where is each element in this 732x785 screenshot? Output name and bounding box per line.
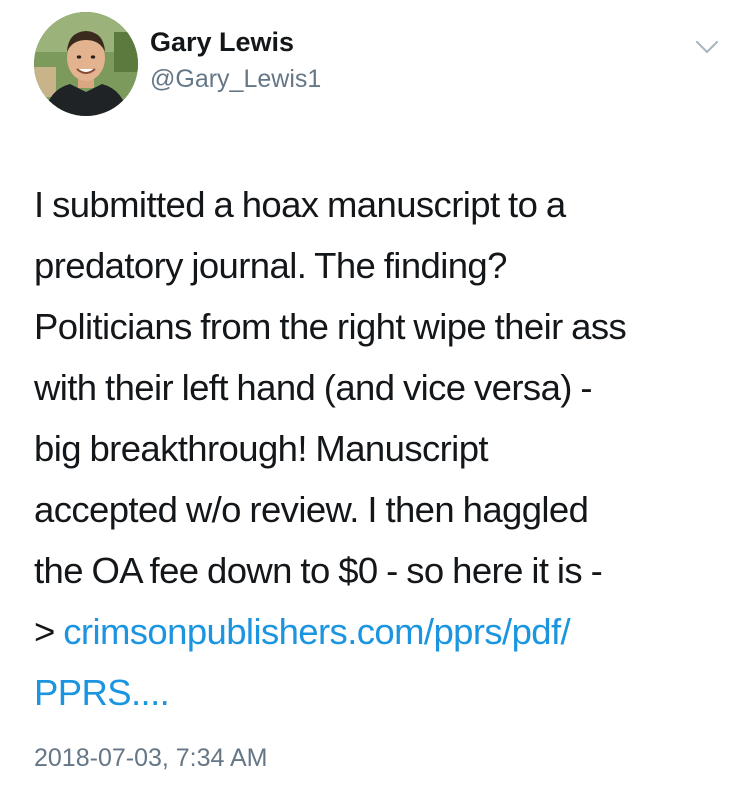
tweet-text-line: with their left hand (and vice versa) - xyxy=(34,367,593,408)
tweet-text-line: big breakthrough! Manuscript xyxy=(34,428,489,469)
tweet-text-line: Politicians from the right wipe their as… xyxy=(34,306,627,347)
tweet-timestamp[interactable]: 2018-07-03, 7:34 AM xyxy=(34,742,268,774)
tweet-text: I submitted a hoax manuscript to a preda… xyxy=(34,174,724,723)
avatar-photo xyxy=(34,12,138,116)
user-handle[interactable]: @Gary_Lewis1 xyxy=(150,64,321,94)
tweet-text-line: accepted w/o review. I then haggled xyxy=(34,489,589,530)
tweet-link-continued[interactable]: PPRS.... xyxy=(34,672,170,713)
arrow-prefix: > xyxy=(34,611,64,652)
tweet-text-line: > crimsonpublishers.com/pprs/pdf/ xyxy=(34,601,724,662)
tweet-text-line: the OA fee down to $0 - so here it is - xyxy=(34,550,603,591)
chevron-down-icon[interactable] xyxy=(690,34,724,60)
tweet-text-line: PPRS.... xyxy=(34,662,724,723)
avatar[interactable] xyxy=(34,12,138,116)
tweet-card: Gary Lewis @Gary_Lewis1 I submitted a ho… xyxy=(0,0,732,785)
tweet-text-line: predatory journal. The finding? xyxy=(34,245,507,286)
display-name[interactable]: Gary Lewis xyxy=(150,26,294,58)
tweet-link[interactable]: crimsonpublishers.com/pprs/pdf/ xyxy=(63,611,570,652)
tweet-text-line: I submitted a hoax manuscript to a xyxy=(34,184,566,225)
